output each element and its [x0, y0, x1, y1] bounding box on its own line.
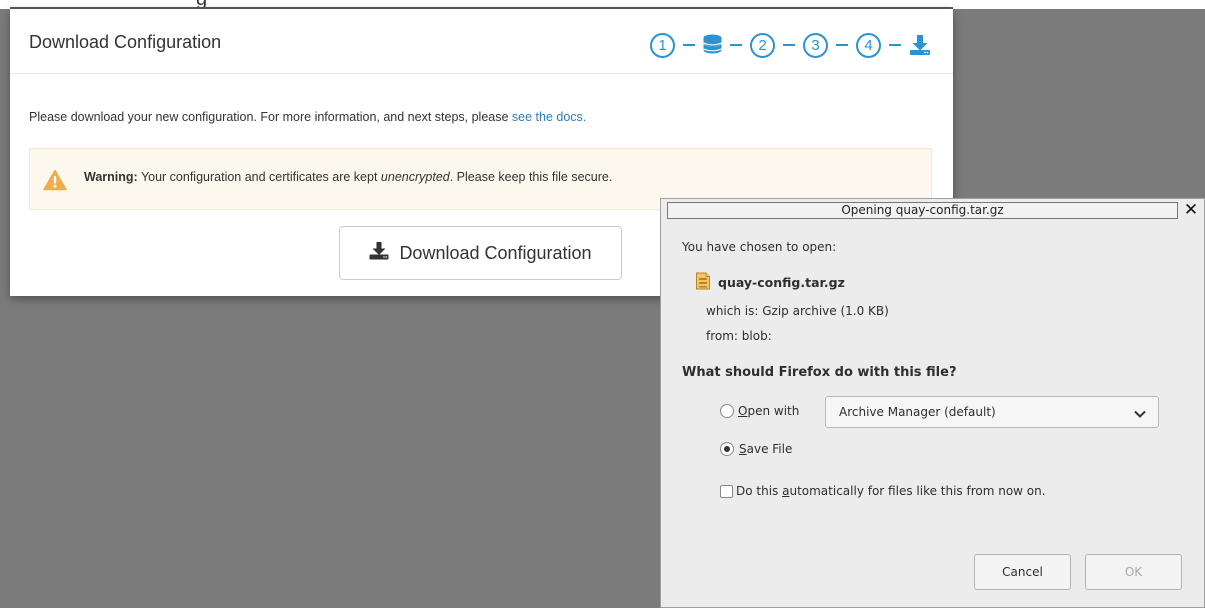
warning-label: Warning: [84, 170, 138, 184]
application-select-value: Archive Manager (default) [839, 405, 996, 419]
warning-text-part: . Please keep this file secure. [449, 170, 613, 184]
archive-file-icon [695, 272, 711, 293]
step-connector [683, 44, 695, 46]
step-connector [730, 44, 742, 46]
save-file-label: Save File [739, 442, 792, 456]
save-file-radio[interactable] [720, 442, 734, 456]
file-open-dialog: Opening quay-config.tar.gz ✕ You have ch… [660, 198, 1205, 608]
step-1: 1 [650, 32, 675, 58]
warning-icon [43, 169, 67, 196]
open-with-label-rest: pen with [747, 404, 800, 418]
file-row: quay-config.tar.gz [695, 272, 845, 293]
step-3: 3 [803, 32, 828, 58]
save-file-label-rest: ave File [746, 442, 793, 456]
warning-emphasis: unencrypted [380, 170, 450, 184]
step-2: 2 [750, 32, 775, 58]
file-type-value: Gzip archive (1.0 KB) [762, 304, 889, 318]
open-with-label: Open with [738, 404, 799, 418]
dialog-titlebar[interactable]: Opening quay-config.tar.gz ✕ [661, 199, 1204, 223]
close-icon[interactable]: ✕ [1182, 200, 1200, 220]
download-button-label: Download Configuration [399, 242, 592, 263]
warning-text-part: Your configuration and certificates are … [137, 170, 381, 184]
file-source-label: from: [706, 329, 738, 343]
database-icon [703, 34, 722, 56]
chevron-down-icon [1134, 407, 1146, 421]
intro-text-body: Please download your new configuration. … [29, 110, 512, 124]
save-file-option[interactable]: Save File [720, 442, 792, 456]
auto-label-part: Do this [736, 484, 783, 498]
intro-text: Please download your new configuration. … [29, 110, 586, 124]
auto-action-option[interactable]: Do this automatically for files like thi… [720, 484, 1046, 498]
download-configuration-button[interactable]: Download Configuration [339, 226, 622, 280]
step-connector [783, 44, 795, 46]
auto-action-label: Do this automatically for files like thi… [736, 484, 1046, 498]
download-icon [369, 241, 389, 265]
step-connector [889, 44, 901, 46]
file-source-value: blob: [741, 329, 772, 343]
docs-link[interactable]: see the docs. [512, 110, 586, 124]
action-question: What should Firefox do with this file? [682, 365, 957, 380]
modal-header: Download Configuration 1 2 3 4 [10, 9, 953, 74]
download-icon [909, 34, 931, 56]
background-page-strip: g [0, 0, 1205, 10]
application-select[interactable]: Archive Manager (default) [825, 396, 1159, 428]
save-file-accel: S [739, 442, 747, 456]
chosen-label: You have chosen to open: [682, 240, 837, 254]
radio-selected-dot [724, 446, 730, 452]
open-with-option[interactable]: Open with [720, 404, 799, 418]
dialog-title: Opening quay-config.tar.gz [667, 202, 1178, 219]
setup-steps: 1 2 3 4 [650, 30, 931, 60]
open-with-radio[interactable] [720, 404, 734, 418]
modal-title: Download Configuration [29, 32, 222, 52]
file-type-line: which is: Gzip archive (1.0 KB) [706, 304, 889, 318]
file-source-line: from: blob: [706, 329, 772, 343]
warning-text: Warning: Your configuration and certific… [84, 170, 612, 184]
ok-button[interactable]: OK [1085, 554, 1182, 590]
step-connector [836, 44, 848, 46]
file-type-label: which is: [706, 304, 759, 318]
file-name: quay-config.tar.gz [718, 275, 845, 290]
cancel-button[interactable]: Cancel [974, 554, 1071, 590]
auto-action-checkbox[interactable] [720, 484, 733, 498]
auto-label-part: utomatically for files like this from no… [789, 484, 1046, 498]
step-4: 4 [856, 32, 881, 58]
